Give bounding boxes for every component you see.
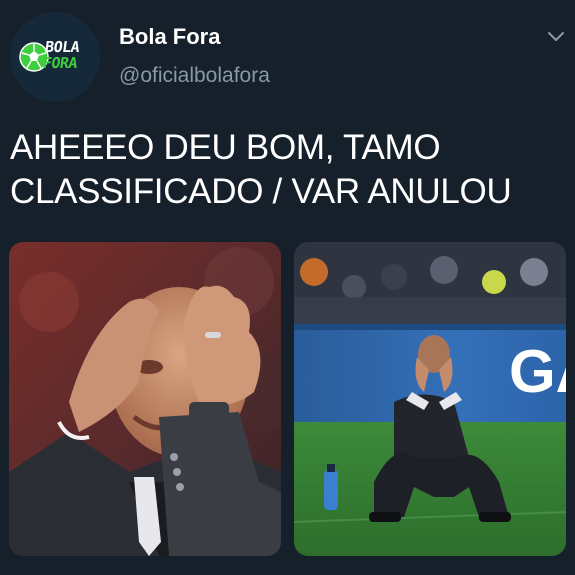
display-name[interactable]: Bola Fora — [119, 24, 220, 50]
photo-right[interactable]: GA — [294, 242, 566, 556]
tweet-text-line: CLASSIFICADO / VAR ANULOU — [10, 172, 512, 211]
tweet-text-line: AHEEEO DEU BOM, TAMO — [10, 128, 441, 167]
tweet-text: AHEEEO DEU BOM, TAMO CLASSIFICADO / VAR … — [10, 126, 565, 214]
chevron-down-icon[interactable] — [544, 24, 568, 48]
avatar-logo-line2: FORA — [41, 54, 79, 72]
photo-right-illustration: GA — [294, 242, 566, 556]
photo-left[interactable] — [9, 242, 281, 556]
avatar-logo-text: BOLA FORA — [41, 38, 81, 72]
banner-text: GA — [509, 338, 566, 405]
avatar-logo-line1: BOLA — [43, 38, 81, 56]
photo-left-illustration — [9, 242, 281, 556]
user-handle[interactable]: @oficialbolafora — [119, 64, 270, 88]
avatar[interactable]: BOLA FORA — [10, 12, 100, 102]
